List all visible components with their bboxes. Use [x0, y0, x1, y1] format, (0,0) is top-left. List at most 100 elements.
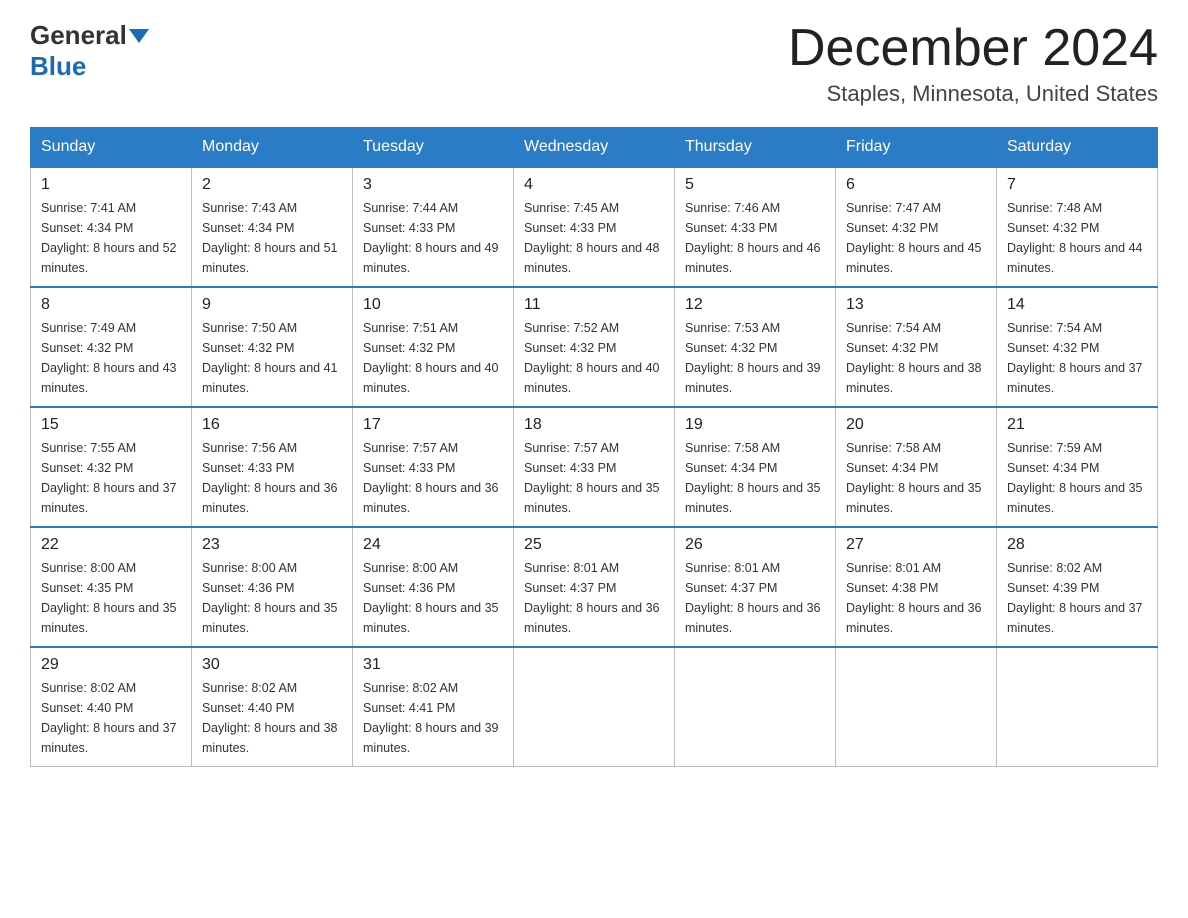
calendar-week-row: 8 Sunrise: 7:49 AM Sunset: 4:32 PM Dayli…	[31, 287, 1158, 407]
day-info: Sunrise: 7:53 AM Sunset: 4:32 PM Dayligh…	[685, 318, 825, 398]
calendar-header-row: Sunday Monday Tuesday Wednesday Thursday…	[31, 128, 1158, 168]
day-info: Sunrise: 7:58 AM Sunset: 4:34 PM Dayligh…	[685, 438, 825, 518]
day-number: 25	[524, 536, 664, 554]
day-info: Sunrise: 7:51 AM Sunset: 4:32 PM Dayligh…	[363, 318, 503, 398]
calendar-day-cell: 5 Sunrise: 7:46 AM Sunset: 4:33 PM Dayli…	[675, 167, 836, 287]
logo-general-text: General	[30, 20, 127, 51]
header-thursday: Thursday	[675, 128, 836, 168]
title-area: December 2024 Staples, Minnesota, United…	[788, 20, 1158, 107]
day-info: Sunrise: 8:00 AM Sunset: 4:36 PM Dayligh…	[363, 558, 503, 638]
day-number: 2	[202, 176, 342, 194]
day-info: Sunrise: 7:54 AM Sunset: 4:32 PM Dayligh…	[1007, 318, 1147, 398]
day-number: 29	[41, 656, 181, 674]
calendar-day-cell: 23 Sunrise: 8:00 AM Sunset: 4:36 PM Dayl…	[192, 527, 353, 647]
day-number: 21	[1007, 416, 1147, 434]
calendar-table: Sunday Monday Tuesday Wednesday Thursday…	[30, 127, 1158, 767]
day-number: 8	[41, 296, 181, 314]
day-info: Sunrise: 7:52 AM Sunset: 4:32 PM Dayligh…	[524, 318, 664, 398]
calendar-day-cell: 27 Sunrise: 8:01 AM Sunset: 4:38 PM Dayl…	[836, 527, 997, 647]
day-info: Sunrise: 7:47 AM Sunset: 4:32 PM Dayligh…	[846, 198, 986, 278]
calendar-day-cell: 10 Sunrise: 7:51 AM Sunset: 4:32 PM Dayl…	[353, 287, 514, 407]
day-number: 18	[524, 416, 664, 434]
day-number: 3	[363, 176, 503, 194]
calendar-week-row: 15 Sunrise: 7:55 AM Sunset: 4:32 PM Dayl…	[31, 407, 1158, 527]
calendar-day-cell: 9 Sunrise: 7:50 AM Sunset: 4:32 PM Dayli…	[192, 287, 353, 407]
header-wednesday: Wednesday	[514, 128, 675, 168]
day-number: 30	[202, 656, 342, 674]
day-number: 20	[846, 416, 986, 434]
calendar-day-cell: 29 Sunrise: 8:02 AM Sunset: 4:40 PM Dayl…	[31, 647, 192, 767]
day-info: Sunrise: 7:56 AM Sunset: 4:33 PM Dayligh…	[202, 438, 342, 518]
day-info: Sunrise: 8:00 AM Sunset: 4:36 PM Dayligh…	[202, 558, 342, 638]
calendar-day-cell: 4 Sunrise: 7:45 AM Sunset: 4:33 PM Dayli…	[514, 167, 675, 287]
calendar-day-cell: 11 Sunrise: 7:52 AM Sunset: 4:32 PM Dayl…	[514, 287, 675, 407]
calendar-day-cell: 28 Sunrise: 8:02 AM Sunset: 4:39 PM Dayl…	[997, 527, 1158, 647]
calendar-day-cell: 2 Sunrise: 7:43 AM Sunset: 4:34 PM Dayli…	[192, 167, 353, 287]
day-info: Sunrise: 7:54 AM Sunset: 4:32 PM Dayligh…	[846, 318, 986, 398]
calendar-day-cell: 8 Sunrise: 7:49 AM Sunset: 4:32 PM Dayli…	[31, 287, 192, 407]
day-info: Sunrise: 8:00 AM Sunset: 4:35 PM Dayligh…	[41, 558, 181, 638]
day-info: Sunrise: 7:45 AM Sunset: 4:33 PM Dayligh…	[524, 198, 664, 278]
day-number: 12	[685, 296, 825, 314]
day-info: Sunrise: 8:01 AM Sunset: 4:37 PM Dayligh…	[524, 558, 664, 638]
day-info: Sunrise: 7:48 AM Sunset: 4:32 PM Dayligh…	[1007, 198, 1147, 278]
calendar-day-cell: 25 Sunrise: 8:01 AM Sunset: 4:37 PM Dayl…	[514, 527, 675, 647]
calendar-week-row: 22 Sunrise: 8:00 AM Sunset: 4:35 PM Dayl…	[31, 527, 1158, 647]
day-number: 24	[363, 536, 503, 554]
calendar-day-cell: 12 Sunrise: 7:53 AM Sunset: 4:32 PM Dayl…	[675, 287, 836, 407]
day-info: Sunrise: 7:50 AM Sunset: 4:32 PM Dayligh…	[202, 318, 342, 398]
calendar-day-cell: 14 Sunrise: 7:54 AM Sunset: 4:32 PM Dayl…	[997, 287, 1158, 407]
month-title: December 2024	[788, 20, 1158, 77]
day-number: 22	[41, 536, 181, 554]
day-number: 10	[363, 296, 503, 314]
day-info: Sunrise: 7:58 AM Sunset: 4:34 PM Dayligh…	[846, 438, 986, 518]
calendar-day-cell: 26 Sunrise: 8:01 AM Sunset: 4:37 PM Dayl…	[675, 527, 836, 647]
calendar-day-cell: 6 Sunrise: 7:47 AM Sunset: 4:32 PM Dayli…	[836, 167, 997, 287]
day-number: 26	[685, 536, 825, 554]
logo-triangle-icon	[129, 29, 149, 43]
calendar-day-cell: 1 Sunrise: 7:41 AM Sunset: 4:34 PM Dayli…	[31, 167, 192, 287]
logo: General Blue	[30, 20, 149, 82]
calendar-week-row: 1 Sunrise: 7:41 AM Sunset: 4:34 PM Dayli…	[31, 167, 1158, 287]
day-number: 6	[846, 176, 986, 194]
day-number: 17	[363, 416, 503, 434]
calendar-day-cell	[836, 647, 997, 767]
day-number: 31	[363, 656, 503, 674]
day-number: 9	[202, 296, 342, 314]
day-info: Sunrise: 7:59 AM Sunset: 4:34 PM Dayligh…	[1007, 438, 1147, 518]
day-info: Sunrise: 7:43 AM Sunset: 4:34 PM Dayligh…	[202, 198, 342, 278]
calendar-day-cell: 16 Sunrise: 7:56 AM Sunset: 4:33 PM Dayl…	[192, 407, 353, 527]
location-subtitle: Staples, Minnesota, United States	[788, 81, 1158, 107]
day-info: Sunrise: 8:01 AM Sunset: 4:38 PM Dayligh…	[846, 558, 986, 638]
day-info: Sunrise: 8:02 AM Sunset: 4:40 PM Dayligh…	[41, 678, 181, 758]
day-number: 11	[524, 296, 664, 314]
day-number: 5	[685, 176, 825, 194]
logo-blue-text: Blue	[30, 51, 86, 82]
header-saturday: Saturday	[997, 128, 1158, 168]
page-header: General Blue December 2024 Staples, Minn…	[30, 20, 1158, 107]
calendar-day-cell: 13 Sunrise: 7:54 AM Sunset: 4:32 PM Dayl…	[836, 287, 997, 407]
calendar-day-cell: 24 Sunrise: 8:00 AM Sunset: 4:36 PM Dayl…	[353, 527, 514, 647]
day-number: 13	[846, 296, 986, 314]
calendar-week-row: 29 Sunrise: 8:02 AM Sunset: 4:40 PM Dayl…	[31, 647, 1158, 767]
day-info: Sunrise: 7:55 AM Sunset: 4:32 PM Dayligh…	[41, 438, 181, 518]
header-sunday: Sunday	[31, 128, 192, 168]
calendar-day-cell: 18 Sunrise: 7:57 AM Sunset: 4:33 PM Dayl…	[514, 407, 675, 527]
calendar-day-cell: 21 Sunrise: 7:59 AM Sunset: 4:34 PM Dayl…	[997, 407, 1158, 527]
calendar-day-cell	[675, 647, 836, 767]
calendar-day-cell: 20 Sunrise: 7:58 AM Sunset: 4:34 PM Dayl…	[836, 407, 997, 527]
day-number: 19	[685, 416, 825, 434]
day-info: Sunrise: 7:57 AM Sunset: 4:33 PM Dayligh…	[524, 438, 664, 518]
calendar-day-cell: 17 Sunrise: 7:57 AM Sunset: 4:33 PM Dayl…	[353, 407, 514, 527]
calendar-day-cell	[997, 647, 1158, 767]
calendar-day-cell: 3 Sunrise: 7:44 AM Sunset: 4:33 PM Dayli…	[353, 167, 514, 287]
day-info: Sunrise: 7:57 AM Sunset: 4:33 PM Dayligh…	[363, 438, 503, 518]
day-info: Sunrise: 7:49 AM Sunset: 4:32 PM Dayligh…	[41, 318, 181, 398]
day-number: 28	[1007, 536, 1147, 554]
day-info: Sunrise: 8:01 AM Sunset: 4:37 PM Dayligh…	[685, 558, 825, 638]
day-number: 14	[1007, 296, 1147, 314]
day-number: 23	[202, 536, 342, 554]
day-number: 7	[1007, 176, 1147, 194]
day-info: Sunrise: 8:02 AM Sunset: 4:40 PM Dayligh…	[202, 678, 342, 758]
calendar-day-cell	[514, 647, 675, 767]
